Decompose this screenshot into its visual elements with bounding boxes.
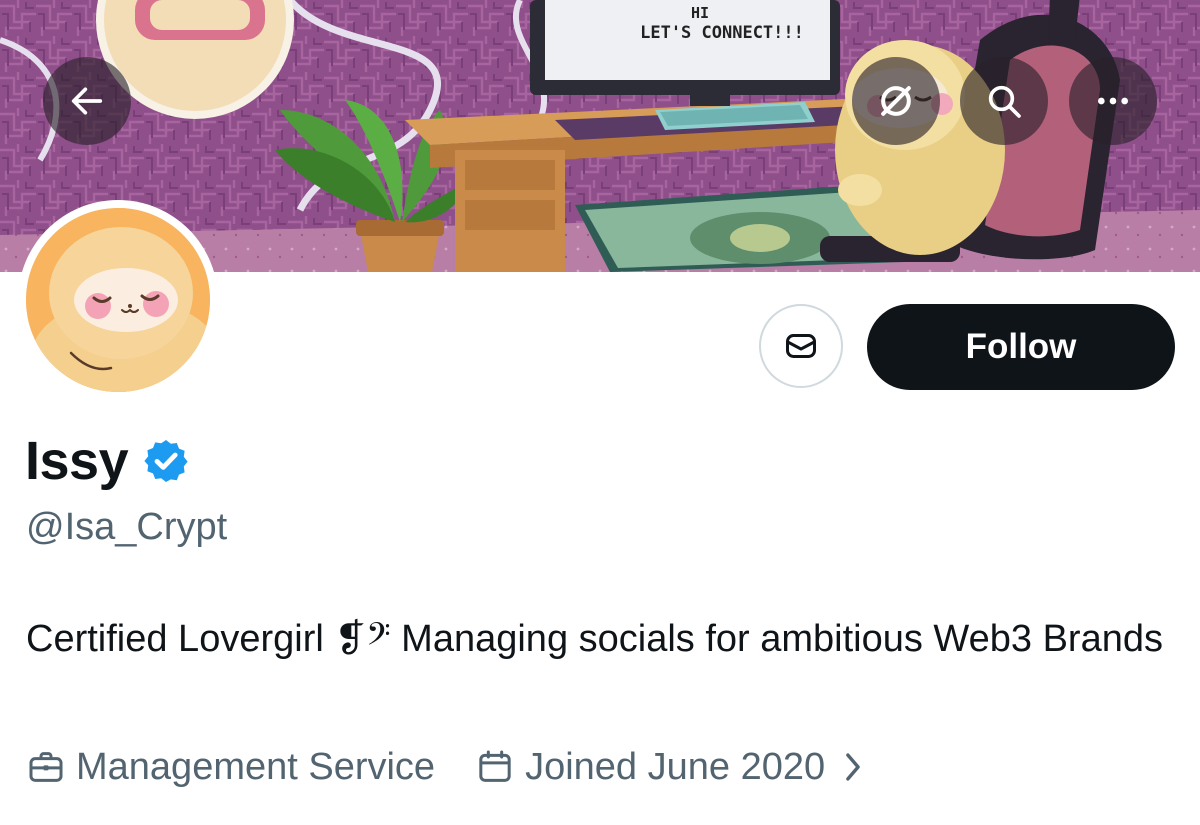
- calendar-icon: [479, 750, 511, 782]
- back-button[interactable]: [43, 57, 131, 145]
- more-horizontal-icon: [1098, 97, 1128, 105]
- follow-button[interactable]: Follow: [867, 304, 1175, 390]
- sloth-avatar-illustration: [26, 208, 210, 392]
- briefcase-icon: [29, 752, 63, 782]
- joined-text: Joined June 2020: [525, 745, 826, 788]
- chevron-right-icon: [846, 753, 860, 781]
- monitor-text-line2: LET'S CONNECT!!!: [640, 23, 804, 43]
- joined-item[interactable]: Joined June 2020: [475, 746, 865, 789]
- search-button[interactable]: [960, 57, 1048, 145]
- profile-page: HI LET'S CONNECT!!! Follow Issy @Isa_Cry…: [0, 0, 1200, 825]
- profile-bio: Certified Lovergirl ❡︎𝄢 Managing socials…: [26, 618, 1163, 660]
- avatar-image: [26, 208, 210, 392]
- slashed-circle-icon: [881, 86, 911, 116]
- display-name: Issy: [25, 431, 129, 491]
- more-button[interactable]: [1069, 57, 1157, 145]
- envelope-icon: [786, 334, 816, 358]
- profile-meta: Management Service Joined June 2020: [26, 740, 865, 794]
- profile-handle: @Isa_Crypt: [26, 506, 228, 548]
- search-icon: [988, 85, 1021, 118]
- arrow-left-icon: [71, 87, 103, 115]
- message-button[interactable]: [759, 304, 843, 388]
- verified-badge-icon[interactable]: [142, 437, 190, 485]
- monitor-text-line1: HI: [691, 4, 709, 22]
- name-row: Issy: [25, 428, 190, 494]
- category-text: Management Service: [76, 745, 436, 788]
- profile-avatar[interactable]: [18, 200, 218, 400]
- category-item: Management Service: [26, 746, 435, 789]
- grok-button[interactable]: [852, 57, 940, 145]
